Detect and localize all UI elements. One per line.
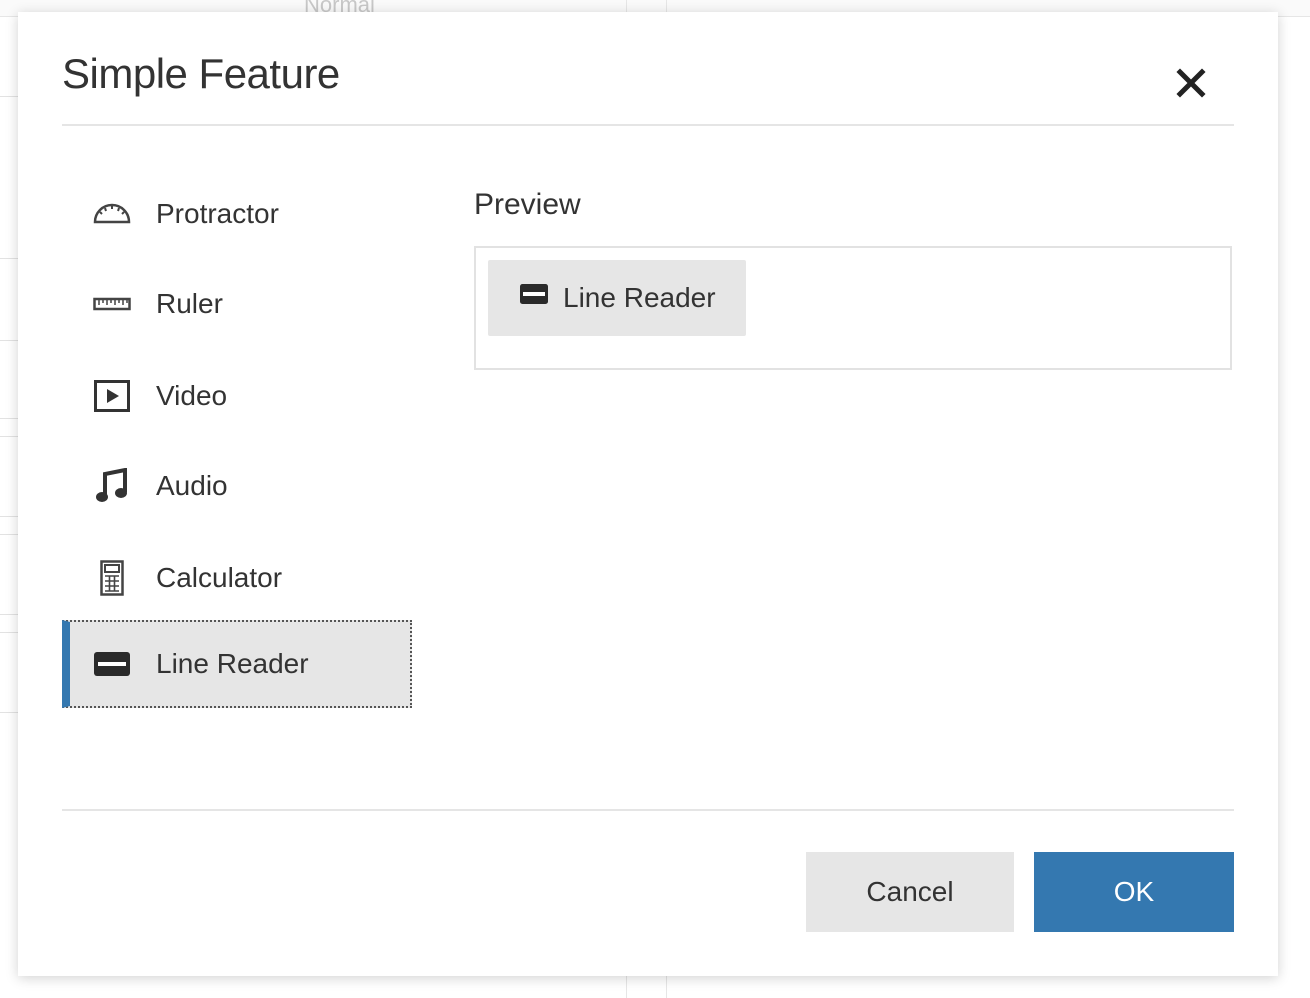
feature-label: Protractor — [156, 198, 279, 229]
feature-label: Calculator — [156, 562, 283, 593]
divider — [0, 614, 18, 615]
feature-item-audio[interactable]: Audio — [62, 442, 412, 530]
preview-button-label: Line Reader — [563, 282, 716, 313]
audio-icon — [92, 466, 132, 506]
divider — [0, 712, 18, 713]
divider — [0, 516, 18, 517]
divider — [0, 534, 18, 535]
simple-feature-dialog: Simple Feature Protractor Ruler Video Au… — [18, 12, 1278, 976]
line-reader-icon — [92, 644, 132, 684]
divider — [0, 340, 18, 341]
feature-label: Video — [156, 380, 228, 411]
divider — [0, 96, 18, 97]
feature-item-line-reader[interactable]: Line Reader — [62, 620, 412, 708]
video-icon — [92, 376, 132, 416]
ok-button[interactable]: OK — [1034, 852, 1234, 932]
protractor-icon — [92, 194, 132, 234]
divider — [0, 418, 18, 419]
divider — [0, 436, 18, 437]
preview-box: Line Reader — [474, 246, 1232, 370]
calculator-icon — [92, 558, 132, 598]
feature-item-video[interactable]: Video — [62, 352, 412, 440]
close-button[interactable] — [1172, 64, 1212, 104]
feature-label: Line Reader — [156, 648, 309, 679]
feature-item-protractor[interactable]: Protractor — [62, 170, 412, 258]
divider — [0, 258, 18, 259]
feature-label: Audio — [156, 470, 228, 501]
feature-item-ruler[interactable]: Ruler — [62, 260, 412, 348]
feature-item-calculator[interactable]: Calculator — [62, 534, 412, 622]
line-reader-icon — [520, 284, 548, 309]
header-divider — [62, 124, 1234, 126]
feature-label: Ruler — [156, 288, 223, 319]
footer-divider — [62, 809, 1234, 811]
ruler-icon — [92, 284, 132, 324]
cancel-button[interactable]: Cancel — [806, 852, 1014, 932]
close-icon — [1176, 68, 1206, 98]
dialog-title: Simple Feature — [62, 50, 340, 97]
divider — [0, 632, 18, 633]
preview-title: Preview — [474, 188, 581, 221]
preview-line-reader-button[interactable]: Line Reader — [488, 260, 746, 336]
